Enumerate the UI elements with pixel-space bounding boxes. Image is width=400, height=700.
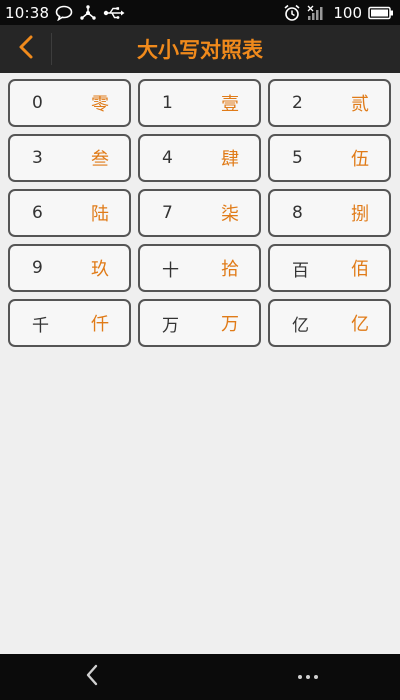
cell-uppercase: 壹	[221, 94, 239, 115]
status-time: 10:38	[5, 3, 50, 22]
table-cell[interactable]: 0零	[8, 79, 131, 127]
cell-uppercase: 伍	[351, 149, 369, 170]
status-left: 10:38	[0, 4, 125, 22]
cell-digit: 千	[32, 315, 49, 336]
table-cell[interactable]: 3叁	[8, 134, 131, 182]
table-cell[interactable]: 9玖	[8, 244, 131, 292]
cell-uppercase: 玖	[91, 259, 109, 280]
table-cell[interactable]: 十拾	[138, 244, 261, 292]
cell-digit: 0	[32, 93, 43, 113]
alarm-icon	[283, 4, 301, 22]
battery-level: 100	[333, 3, 362, 22]
table-cell[interactable]: 万万	[138, 299, 261, 347]
app-header: 大小写对照表	[0, 25, 400, 73]
cell-uppercase: 柒	[221, 204, 239, 225]
cell-digit: 9	[32, 258, 43, 278]
cell-uppercase: 零	[91, 94, 109, 115]
chevron-left-icon	[16, 34, 36, 64]
back-button[interactable]	[0, 25, 52, 73]
app-screen: 10:38 100 大小写对照表 0 零 1 壹 2 贰 3 叁 4 肆 5 伍…	[0, 0, 400, 700]
table-cell[interactable]: 千仟	[8, 299, 131, 347]
conversion-table: 0零1壹2贰3叁4肆5伍6陆7柒8捌9玖十拾百佰千仟万万亿亿	[8, 79, 392, 347]
nav-back-icon	[85, 663, 99, 691]
cell-digit: 6	[32, 203, 43, 223]
table-cell[interactable]: 6陆	[8, 189, 131, 237]
signal-icon	[307, 5, 327, 21]
cell-digit: 5	[292, 148, 303, 168]
cell-uppercase: 拾	[221, 259, 239, 280]
cell-uppercase: 仟	[91, 314, 109, 335]
cell-uppercase: 亿	[351, 314, 369, 335]
table-cell[interactable]: 1壹	[138, 79, 261, 127]
cell-uppercase: 佰	[351, 259, 369, 280]
cell-uppercase: 贰	[351, 94, 369, 115]
more-icon-dot	[298, 675, 302, 679]
cell-digit: 3	[32, 148, 43, 168]
battery-icon	[368, 6, 394, 20]
chat-icon	[55, 5, 73, 21]
table-cell[interactable]: 7柒	[138, 189, 261, 237]
more-icon-dot	[314, 675, 318, 679]
more-icon-dot	[306, 675, 310, 679]
cell-uppercase: 万	[221, 314, 239, 335]
status-right: 100	[283, 4, 400, 22]
usb-icon	[103, 6, 125, 20]
cell-digit: 1	[162, 93, 173, 113]
share-icon	[79, 4, 97, 21]
table-cell[interactable]: 2贰	[268, 79, 391, 127]
cell-uppercase: 叁	[91, 149, 109, 170]
table-cell[interactable]: 4肆	[138, 134, 261, 182]
cell-uppercase: 捌	[351, 204, 369, 225]
navigation-bar	[0, 654, 400, 700]
table-cell[interactable]: 百佰	[268, 244, 391, 292]
status-bar: 10:38 100	[0, 0, 400, 25]
cell-digit: 十	[162, 260, 179, 281]
more-button[interactable]	[288, 657, 328, 697]
cell-digit: 2	[292, 93, 303, 113]
cell-digit: 8	[292, 203, 303, 223]
table-cell[interactable]: 8捌	[268, 189, 391, 237]
page-title: 大小写对照表	[137, 38, 263, 62]
cell-digit: 4	[162, 148, 173, 168]
table-cell[interactable]: 5伍	[268, 134, 391, 182]
nav-back-button[interactable]	[72, 657, 112, 697]
table-cell[interactable]: 亿亿	[268, 299, 391, 347]
cell-digit: 百	[292, 260, 309, 281]
cell-uppercase: 肆	[221, 149, 239, 170]
cell-digit: 7	[162, 203, 173, 223]
cell-digit: 亿	[292, 315, 309, 336]
cell-uppercase: 陆	[91, 204, 109, 225]
cell-digit: 万	[162, 315, 179, 336]
